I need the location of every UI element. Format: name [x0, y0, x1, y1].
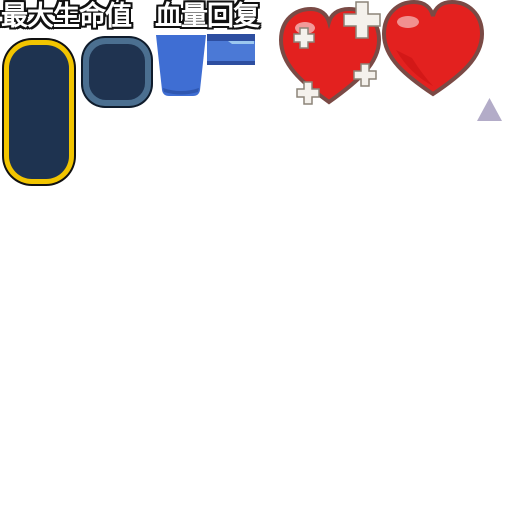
gold-panel-frame: [0, 36, 78, 188]
blue-bar-strip: [206, 34, 256, 68]
max-hp-label: 最大生命值: [1, 1, 132, 32]
heart-icon: [381, 0, 485, 98]
triangle-up-icon: [476, 97, 503, 122]
heart-with-plus-icon: [278, 0, 383, 108]
steel-panel-frame: [79, 34, 155, 110]
hp-regen-label: 血量回复: [155, 1, 260, 32]
blue-tank-sprite: [155, 34, 207, 98]
